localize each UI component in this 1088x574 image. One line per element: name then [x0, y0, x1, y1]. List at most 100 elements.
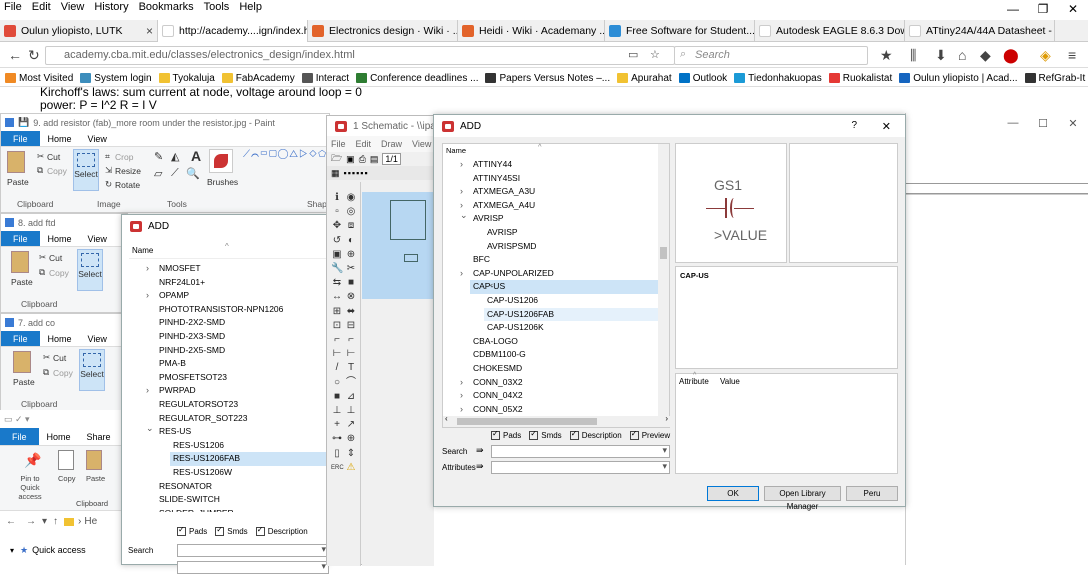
eagle-tool-icon[interactable]: ⊟: [345, 320, 357, 332]
print-icon[interactable]: ⎙: [359, 154, 366, 165]
menu-item-tools[interactable]: Tools: [204, 1, 230, 13]
chevron-right-icon[interactable]: ›: [460, 267, 463, 281]
tree-item[interactable]: REGULATOR_SOT223: [129, 412, 329, 426]
menu-item-help[interactable]: Help: [239, 1, 262, 13]
tab-file[interactable]: File: [1, 131, 40, 146]
library-tree[interactable]: ›ATTINY44ATTINY45SI›ATXMEGA_A3U›ATXMEGA_…: [443, 158, 659, 414]
menu-item-history[interactable]: History: [94, 1, 128, 13]
checkbox-smds[interactable]: Smds: [529, 431, 561, 440]
tree-item[interactable]: ›CONN_04X2: [443, 389, 659, 403]
tree-item[interactable]: CDBM1100-G: [443, 348, 659, 362]
copy-icon[interactable]: ⧉: [43, 367, 49, 378]
help-button[interactable]: ?: [851, 120, 857, 131]
name-column-header[interactable]: Name^: [443, 144, 669, 157]
close-icon[interactable]: ✕: [1058, 117, 1088, 130]
tree-item[interactable]: ⌄AVRISP: [443, 212, 659, 226]
tree-item[interactable]: ›NMOSFET: [129, 262, 329, 276]
eagle-tool-icon[interactable]: ⌐: [345, 334, 357, 346]
tab-file[interactable]: File: [1, 331, 40, 346]
menu-item-bookmarks[interactable]: Bookmarks: [139, 1, 194, 13]
url-bar[interactable]: academy.cba.mit.edu/classes/electronics_…: [45, 46, 675, 65]
tree-item[interactable]: REGULATORSOT23: [129, 398, 329, 412]
tree-item[interactable]: CHOKESMD: [443, 362, 659, 376]
grid-icon[interactable]: ▦: [331, 168, 340, 179]
tab-home[interactable]: Home: [40, 131, 80, 146]
layer-icons[interactable]: ▪▪▪▪▪▪: [344, 168, 369, 178]
pencil-icon[interactable]: ✎: [154, 150, 163, 163]
tree-item[interactable]: CAP-US1206FAB: [484, 308, 659, 322]
checkbox-smds[interactable]: Smds: [215, 527, 247, 536]
checkbox-description[interactable]: Description: [256, 527, 308, 536]
eagle-tool-icon[interactable]: ⇆: [331, 277, 343, 289]
value-column-header[interactable]: Value: [720, 377, 740, 386]
chevron-right-icon[interactable]: ›: [146, 262, 149, 276]
reload-icon[interactable]: ↻: [28, 47, 40, 64]
tree-item[interactable]: CBA-LOGO: [443, 335, 659, 349]
bookmark-item[interactable]: Apurahat: [617, 69, 672, 87]
cancel-button[interactable]: Peru: [846, 486, 898, 501]
eagle-tool-icon[interactable]: 🔧: [331, 263, 343, 275]
eagle-tool-icon[interactable]: ⊿: [345, 391, 357, 403]
search-arrow-icon[interactable]: ⇛: [476, 445, 484, 456]
tree-item[interactable]: ›PWRPAD: [129, 384, 329, 398]
menu-item-view[interactable]: View: [61, 1, 85, 13]
eagle-tool-icon[interactable]: ■: [331, 391, 343, 403]
eagle-menu-draw[interactable]: Draw: [381, 139, 402, 149]
close-icon[interactable]: ✕: [1058, 2, 1088, 16]
tab-view[interactable]: View: [80, 331, 115, 346]
eagle-tool-icon[interactable]: ⌒: [345, 377, 357, 389]
star-icon[interactable]: ★: [880, 47, 893, 64]
tree-item[interactable]: ›CAP-UNPOLARIZED: [443, 267, 659, 281]
tree-item[interactable]: ⌄CAP-US: [470, 280, 659, 294]
up-icon[interactable]: ↑: [53, 516, 58, 527]
bookmark-item[interactable]: Tiedonhakuopas: [734, 69, 822, 87]
eagle-tool-icon[interactable]: ▫: [331, 206, 343, 218]
bookmark-item[interactable]: Papers Versus Notes –...: [485, 69, 610, 87]
tree-item[interactable]: ›OPAMP: [129, 289, 329, 303]
checkbox-pads[interactable]: Pads: [491, 431, 521, 440]
maximize-icon[interactable]: ☐: [1028, 117, 1058, 130]
attributes-field[interactable]: [491, 461, 670, 474]
hamburger-icon[interactable]: ≡: [1068, 47, 1076, 63]
home-icon[interactable]: ⌂: [958, 47, 966, 63]
eagle-tool-icon[interactable]: ⊢: [331, 348, 343, 360]
resize-icon[interactable]: ⇲: [105, 165, 112, 176]
tree-item[interactable]: ›ATXMEGA_A3U: [443, 185, 659, 199]
tree-item[interactable]: ⌄RES-US: [129, 425, 329, 439]
tree-item[interactable]: AVRISPSMD: [443, 240, 659, 254]
paste-icon[interactable]: [7, 151, 25, 173]
tree-item[interactable]: ATTINY45SI: [443, 172, 659, 186]
adblock-icon[interactable]: ⬤: [1003, 47, 1019, 64]
tab-view[interactable]: View: [80, 231, 115, 246]
tree-item[interactable]: ›CONN_05X2: [443, 403, 659, 414]
page-indicator[interactable]: 1/1: [382, 153, 401, 165]
tree-item[interactable]: RES-US1206W: [129, 466, 329, 480]
cut-icon[interactable]: ✂: [43, 352, 50, 363]
shapes-gallery[interactable]: ⟋⌒▭▢◯△▷◇⬠⬡→←↑↓✦☆✶▭◯♡⚡: [243, 149, 330, 189]
tree-item[interactable]: SLIDE-SWITCH: [129, 493, 329, 507]
eagle-menu-edit[interactable]: Edit: [356, 139, 372, 149]
pin-icon[interactable]: 📌: [24, 452, 41, 469]
select-button[interactable]: Select: [79, 349, 105, 391]
chevron-right-icon[interactable]: ›: [460, 389, 463, 403]
eagle-tool-icon[interactable]: ⬌: [345, 306, 357, 318]
bookmark-item[interactable]: Ruokalistat: [829, 69, 892, 87]
select-button[interactable]: Select: [77, 249, 103, 291]
eagle-tool-icon[interactable]: ⊕: [345, 433, 357, 445]
scrollbar-thumb[interactable]: [660, 247, 667, 259]
browser-tab[interactable]: ATtiny24A/44A Datasheet - A...×: [905, 20, 1055, 42]
chevron-down-icon[interactable]: ⌄: [146, 422, 154, 436]
chevron-down-icon[interactable]: ⌄: [460, 209, 468, 223]
eagle-tool-icon[interactable]: ○: [331, 377, 343, 389]
eagle-tool-icon[interactable]: ⚠: [345, 462, 357, 474]
tree-item[interactable]: ›ATTINY44: [443, 158, 659, 172]
browser-tab[interactable]: http://academy....ign/index.html×: [158, 20, 308, 42]
browser-tab[interactable]: Free Software for Student...×: [605, 20, 755, 42]
minimize-icon[interactable]: —: [998, 2, 1028, 16]
open-icon[interactable]: 🗁: [331, 151, 342, 167]
copy-icon[interactable]: ⧉: [39, 267, 45, 278]
eagle-tool-icon[interactable]: ▯: [331, 448, 343, 460]
eagle-tool-icon[interactable]: ERC: [331, 462, 343, 474]
back-icon[interactable]: ←: [8, 47, 22, 63]
eagle-tool-icon[interactable]: ⊥: [345, 405, 357, 417]
